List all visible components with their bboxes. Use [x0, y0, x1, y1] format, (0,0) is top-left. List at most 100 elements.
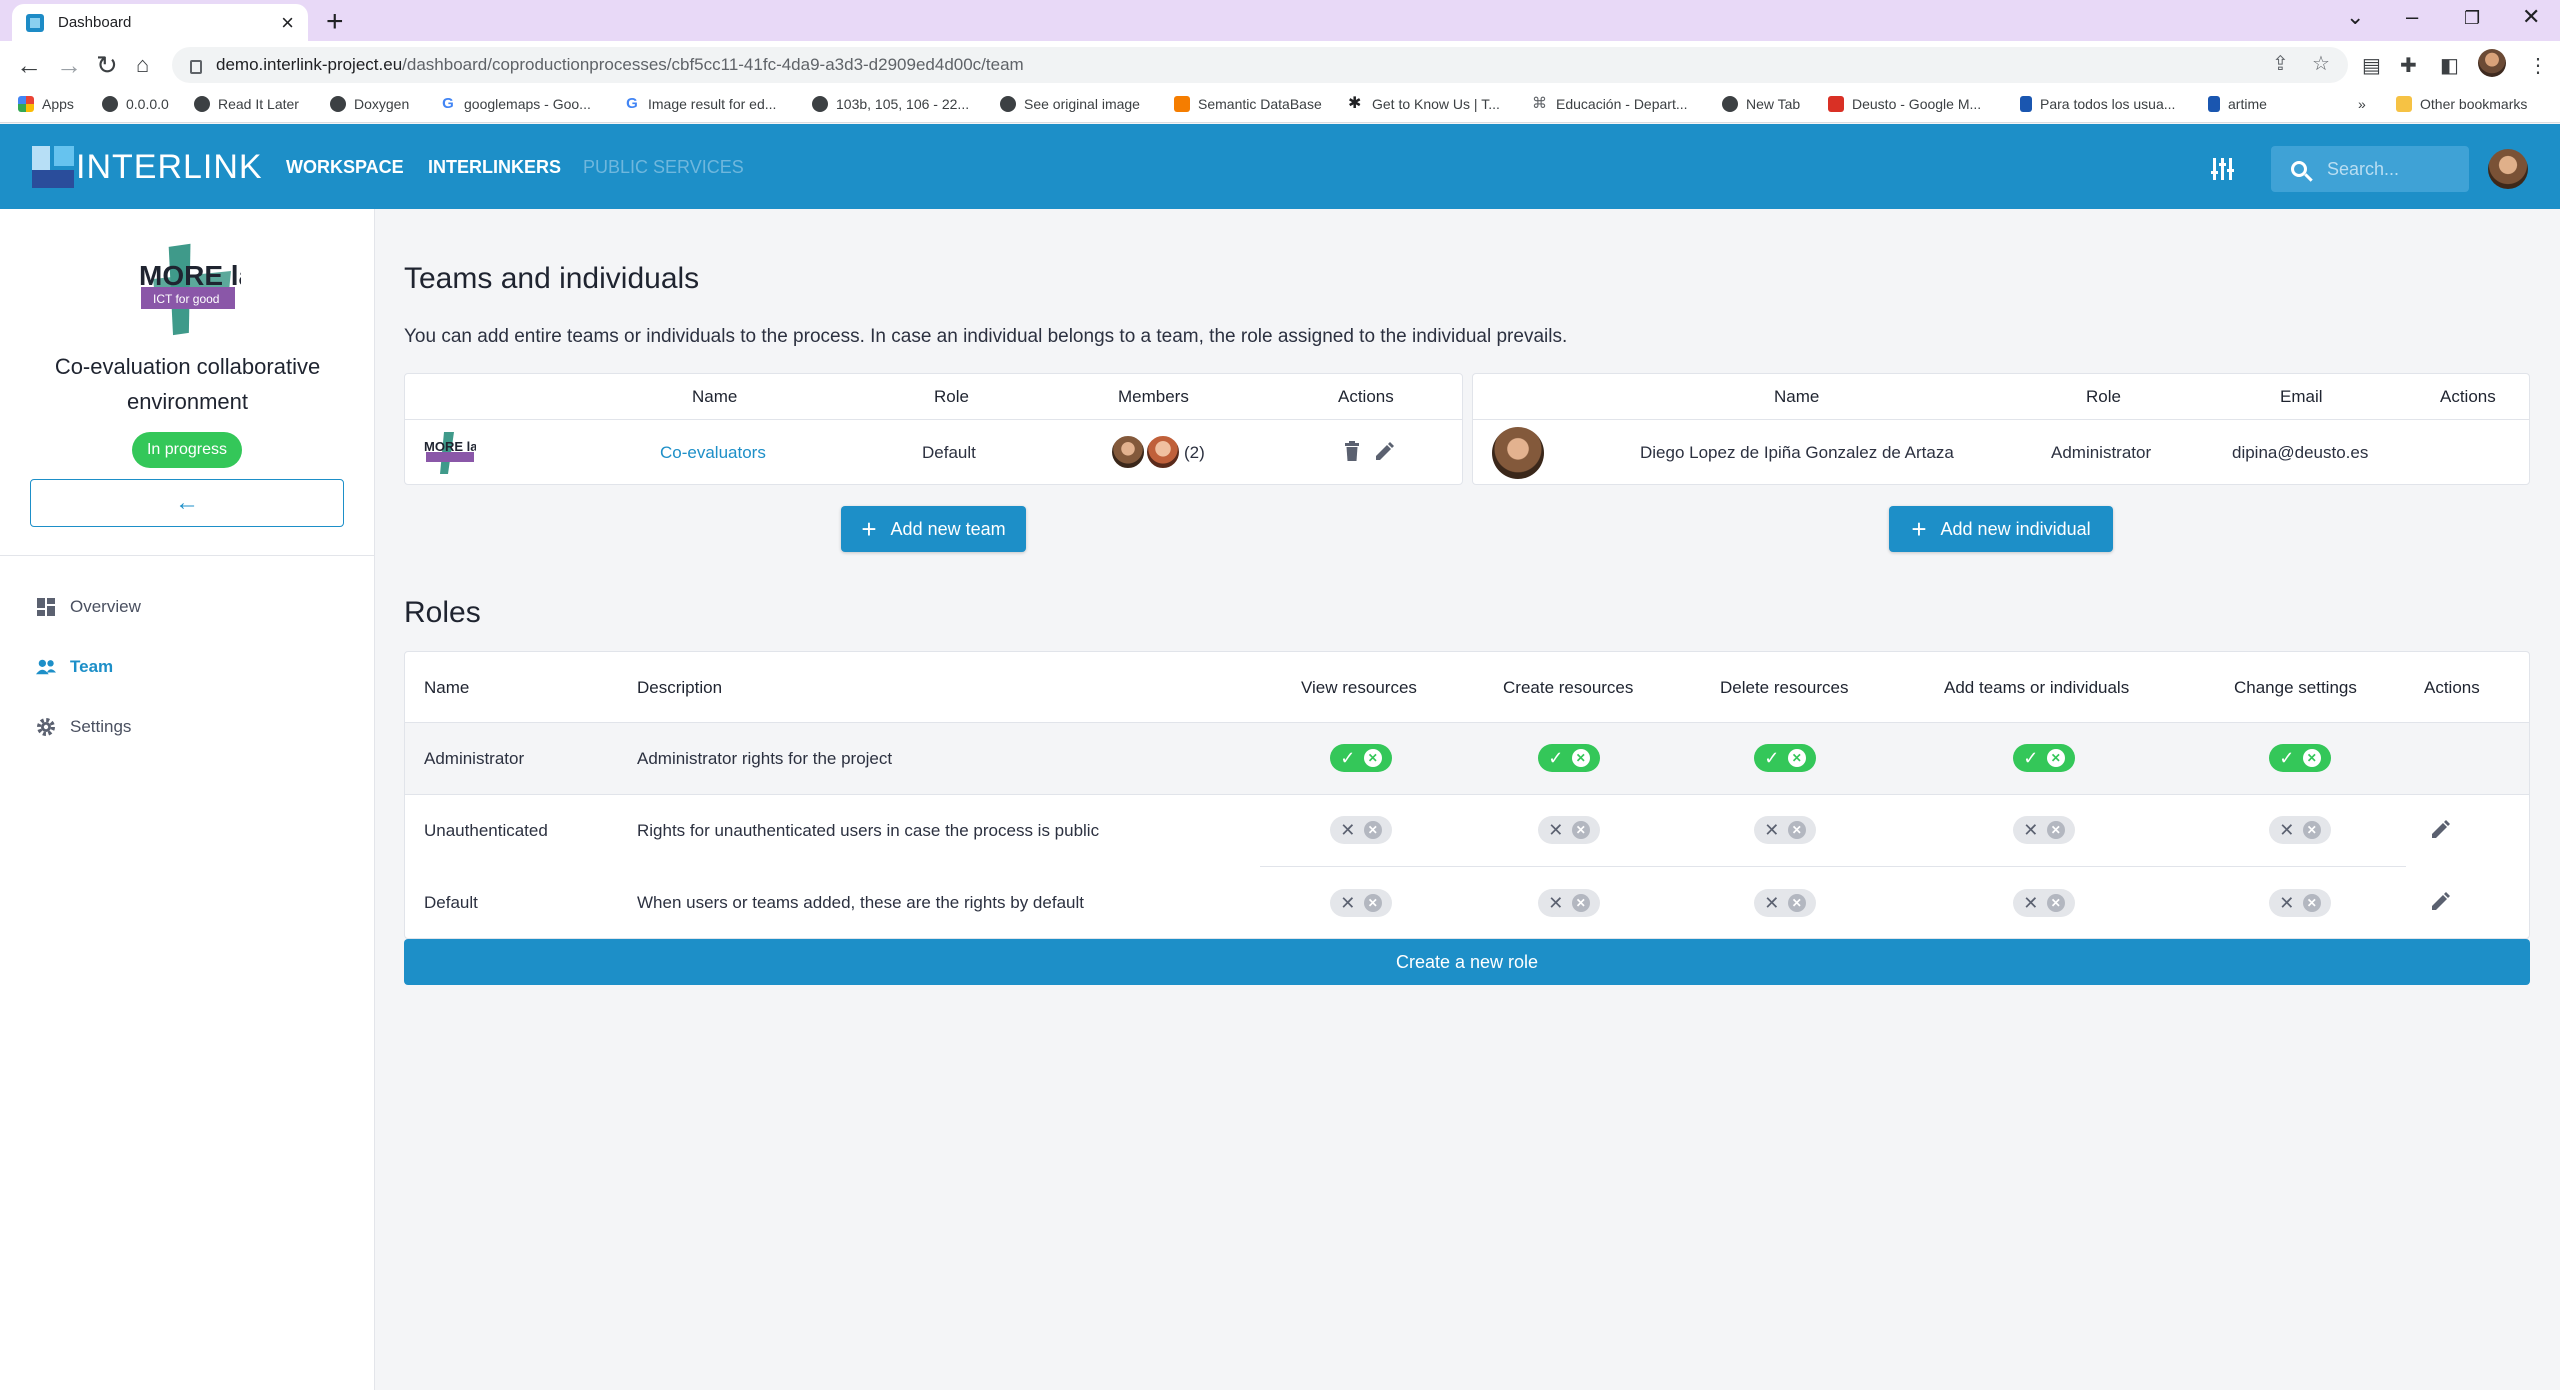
forward-arrow-icon[interactable]: →: [56, 50, 82, 81]
roles-row-divider: [1260, 866, 2406, 867]
toggle-knob-icon: ✕: [2302, 894, 2321, 912]
nav-interlinkers[interactable]: INTERLINKERS: [428, 157, 561, 178]
bookmarks-overflow[interactable]: »: [2358, 96, 2366, 112]
role-name: Unauthenticated: [424, 821, 548, 840]
nav-public-services[interactable]: PUBLIC SERVICES: [583, 157, 744, 178]
extensions-puzzle-icon[interactable]: ✚: [2400, 53, 2417, 78]
interlink-logo[interactable]: INTERLINK: [32, 146, 263, 188]
window-close-icon[interactable]: ✕: [2522, 4, 2540, 30]
sidebar-item-settings[interactable]: Settings: [36, 717, 131, 737]
roles-header-add-teams: Add teams or individuals: [1944, 678, 2130, 697]
permission-toggle-view[interactable]: ✓ ✕: [1330, 744, 1392, 772]
permission-toggle-create[interactable]: ✕ ✕: [1538, 816, 1600, 844]
team-name-link[interactable]: Co-evaluators: [660, 443, 766, 463]
bookmark-apps[interactable]: Apps: [18, 96, 74, 112]
home-icon[interactable]: ⌂: [136, 52, 149, 78]
toggle-knob-icon: ✕: [1787, 894, 1806, 912]
permission-toggle-change-settings[interactable]: ✕ ✕: [2269, 889, 2331, 917]
tab-search-chevron-icon[interactable]: ⌄: [2346, 4, 2364, 30]
permission-toggle-delete[interactable]: ✕ ✕: [1754, 889, 1816, 917]
new-tab-icon[interactable]: +: [326, 5, 344, 39]
back-arrow-icon[interactable]: ←: [16, 50, 42, 81]
bookmark-item[interactable]: Para todos los usua...: [2020, 96, 2175, 112]
reload-icon[interactable]: ↻: [96, 50, 118, 81]
sidebar-divider: [0, 555, 375, 556]
sidebar-item-overview[interactable]: Overview: [36, 597, 141, 617]
back-button[interactable]: ←: [30, 479, 344, 527]
permission-toggle-delete[interactable]: ✓ ✕: [1754, 744, 1816, 772]
bookmark-item[interactable]: Deusto - Google M...: [1828, 96, 1981, 112]
bookmark-item[interactable]: 103b, 105, 106 - 22...: [812, 96, 969, 112]
bookmark-item[interactable]: New Tab: [1722, 96, 1800, 112]
pencil-edit-icon[interactable]: [2432, 820, 2450, 838]
role-name: Administrator: [424, 749, 525, 768]
permission-toggle-add-teams[interactable]: ✓ ✕: [2013, 744, 2075, 772]
roles-header-divider: [405, 722, 2529, 723]
permission-toggle-create[interactable]: ✕ ✕: [1538, 889, 1600, 917]
bookmark-item[interactable]: See original image: [1000, 96, 1140, 112]
address-bar[interactable]: demo.interlink-project.eu/dashboard/copr…: [172, 47, 2348, 83]
role-description: Administrator rights for the project: [637, 749, 893, 768]
permission-toggle-change-settings[interactable]: ✓ ✕: [2269, 744, 2331, 772]
browser-profile-avatar[interactable]: [2478, 49, 2506, 77]
sidebar-item-team[interactable]: Team: [36, 657, 113, 677]
bookmark-item[interactable]: 0.0.0.0: [102, 96, 169, 112]
bookmark-item[interactable]: Doxygen: [330, 96, 409, 112]
individual-email: dipina@deusto.es: [2232, 443, 2369, 462]
browser-tab[interactable]: Dashboard ×: [12, 4, 308, 41]
individuals-header-actions: Actions: [2440, 387, 2496, 406]
bookmark-item[interactable]: artime: [2208, 96, 2267, 112]
permission-toggle-view[interactable]: ✕ ✕: [1330, 889, 1392, 917]
toggle-knob-icon: ✕: [1571, 749, 1590, 767]
nav-workspace[interactable]: WORKSPACE: [286, 157, 404, 178]
permission-toggle-create[interactable]: ✓ ✕: [1538, 744, 1600, 772]
other-bookmarks[interactable]: Other bookmarks: [2396, 96, 2527, 112]
sidebar-item-label: Settings: [70, 717, 132, 736]
minimize-icon[interactable]: –: [2406, 4, 2418, 30]
globe-icon: [330, 96, 346, 112]
app-search-box[interactable]: [2271, 146, 2469, 192]
browser-menu-icon[interactable]: ⋮: [2528, 53, 2548, 78]
permission-toggle-add-teams[interactable]: ✕ ✕: [2013, 816, 2075, 844]
teams-section-title: Teams and individuals: [404, 262, 700, 295]
bookmark-item[interactable]: ⌘ Educación - Depart...: [1532, 96, 1688, 113]
x-icon: ✕: [1340, 893, 1356, 913]
pencil-edit-icon[interactable]: [1376, 442, 1394, 460]
google-icon: G: [626, 95, 638, 112]
toggle-knob-icon: ✕: [1363, 749, 1382, 767]
process-title: Co-evaluation collaborative environment: [54, 354, 321, 414]
permission-toggle-view[interactable]: ✕ ✕: [1330, 816, 1392, 844]
search-input[interactable]: [2327, 158, 2457, 180]
settings-sliders-icon[interactable]: [2211, 158, 2235, 180]
user-avatar[interactable]: [2488, 149, 2528, 189]
x-icon: ✕: [1548, 893, 1564, 913]
restore-icon[interactable]: ❐: [2464, 8, 2480, 29]
globe-icon: [812, 96, 828, 112]
trash-icon[interactable]: [1344, 441, 1360, 461]
individuals-table-header-divider: [1473, 419, 2529, 420]
add-new-team-button[interactable]: + Add new team: [841, 506, 1026, 552]
permission-toggle-change-settings[interactable]: ✕ ✕: [2269, 816, 2331, 844]
bookmark-item[interactable]: Read It Later: [194, 96, 299, 112]
morelab-logo-tagline: ICT for good: [153, 292, 219, 306]
close-tab-icon[interactable]: ×: [281, 10, 294, 36]
create-role-button[interactable]: Create a new role: [404, 939, 2530, 985]
side-panel-icon[interactable]: ◧: [2440, 53, 2459, 78]
add-new-individual-button[interactable]: + Add new individual: [1889, 506, 2113, 552]
bookmark-item[interactable]: G Image result for ed...: [624, 95, 776, 113]
dashboard-icon: [37, 598, 55, 616]
toggle-knob-icon: ✕: [2302, 821, 2321, 839]
toggle-knob-icon: ✕: [1571, 894, 1590, 912]
reading-list-icon[interactable]: ▤: [2362, 53, 2381, 78]
bookmark-item[interactable]: ✱ Get to Know Us | T...: [1348, 96, 1500, 113]
permission-toggle-delete[interactable]: ✕ ✕: [1754, 816, 1816, 844]
bookmark-item[interactable]: Semantic DataBase: [1174, 96, 1322, 112]
toggle-knob-icon: ✕: [1363, 894, 1382, 912]
url-path: /dashboard/coproductionprocesses/cbf5cc1…: [402, 55, 1024, 74]
bookmark-star-icon[interactable]: ☆: [2312, 51, 2330, 76]
bookmark-item[interactable]: Ggooglemaps - Goo...: [440, 96, 591, 113]
permission-toggle-add-teams[interactable]: ✕ ✕: [2013, 889, 2075, 917]
share-icon[interactable]: ⇪: [2272, 51, 2289, 76]
team-members-count: (2): [1184, 443, 1205, 462]
pencil-edit-icon[interactable]: [2432, 892, 2450, 910]
